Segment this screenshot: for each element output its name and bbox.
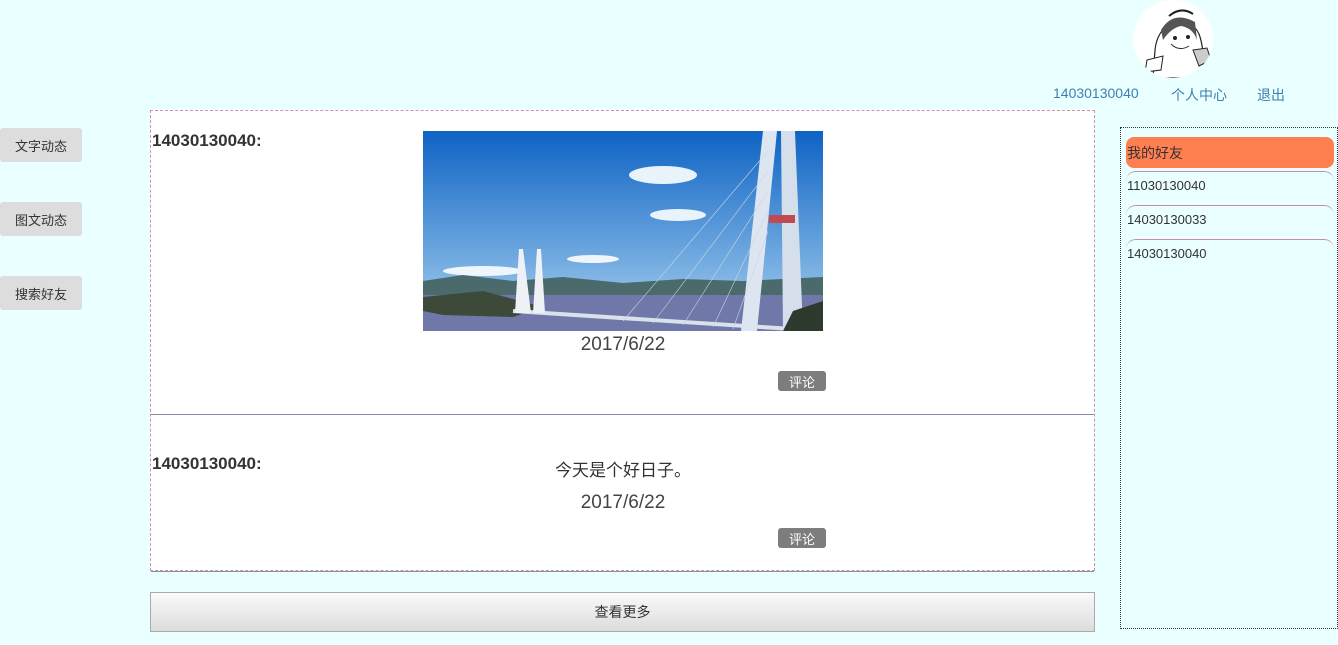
feed-post: 14030130040: 今天是个好日子。 2017/6/22 评论: [151, 414, 1094, 572]
friends-title: 我的好友: [1126, 137, 1334, 168]
comment-button[interactable]: 评论: [778, 528, 826, 548]
post-author: 14030130040:: [152, 131, 262, 150]
username-link[interactable]: 14030130040: [1053, 85, 1139, 103]
post-author: 14030130040:: [152, 454, 262, 473]
feed-post: 14030130040: 2017/6/22 评论: [151, 111, 1094, 415]
logout-link[interactable]: 退出: [1257, 85, 1285, 103]
profile-link[interactable]: 个人中心: [1171, 85, 1227, 103]
post-text: 今天是个好日子。: [555, 461, 691, 480]
post-date: 2017/6/22: [580, 492, 666, 513]
feed-container: 14030130040: 2017/6/22 评论 14030130040: 今…: [150, 110, 1095, 572]
friends-panel: 我的好友 11030130040 14030130033 14030130040: [1120, 127, 1338, 629]
view-more-button[interactable]: 查看更多: [150, 592, 1095, 632]
text-post-button[interactable]: 文字动态: [0, 128, 82, 162]
friend-item[interactable]: 11030130040: [1126, 171, 1334, 199]
post-image: [423, 131, 823, 331]
avatar-illustration: [1133, 0, 1213, 78]
friend-item[interactable]: 14030130033: [1126, 205, 1334, 233]
search-friends-button[interactable]: 搜索好友: [0, 276, 82, 310]
comment-button[interactable]: 评论: [778, 371, 826, 391]
friend-item[interactable]: 14030130040: [1126, 239, 1334, 267]
post-date: 2017/6/22: [580, 334, 666, 355]
image-post-button[interactable]: 图文动态: [0, 202, 82, 236]
user-avatar[interactable]: [1133, 0, 1213, 78]
